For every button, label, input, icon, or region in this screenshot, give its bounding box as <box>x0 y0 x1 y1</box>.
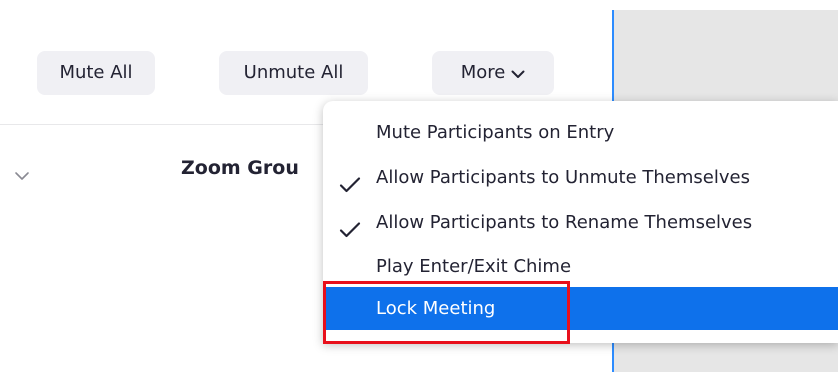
menu-item-allow-unmute-themselves[interactable]: Allow Participants to Unmute Themselves <box>323 158 838 198</box>
menu-item-label: Allow Participants to Unmute Themselves <box>376 167 750 188</box>
more-options-menu: Mute Participants on Entry Allow Partici… <box>323 101 838 343</box>
menu-item-label: Lock Meeting <box>376 298 496 319</box>
menu-item-allow-rename-themselves[interactable]: Allow Participants to Rename Themselves <box>323 203 838 243</box>
check-icon <box>339 169 361 193</box>
group-name: Zoom Grou <box>181 157 299 179</box>
more-label: More <box>460 62 506 83</box>
check-icon <box>339 214 361 238</box>
menu-item-label: Play Enter/Exit Chime <box>376 256 572 277</box>
unmute-all-label: Unmute All <box>243 62 344 83</box>
mute-all-button[interactable]: Mute All <box>37 51 155 95</box>
mute-all-label: Mute All <box>59 62 133 83</box>
menu-item-label: Mute Participants on Entry <box>376 122 615 143</box>
more-button[interactable]: More <box>432 51 554 95</box>
group-collapse-chevron-icon[interactable] <box>14 166 30 180</box>
chevron-down-icon <box>511 52 525 96</box>
unmute-all-button[interactable]: Unmute All <box>219 51 368 95</box>
menu-item-play-enter-exit-chime[interactable]: Play Enter/Exit Chime <box>323 247 838 287</box>
menu-item-lock-meeting[interactable]: Lock Meeting <box>323 287 838 330</box>
menu-item-label: Allow Participants to Rename Themselves <box>376 212 753 233</box>
menu-item-mute-participants-on-entry[interactable]: Mute Participants on Entry <box>323 113 838 153</box>
